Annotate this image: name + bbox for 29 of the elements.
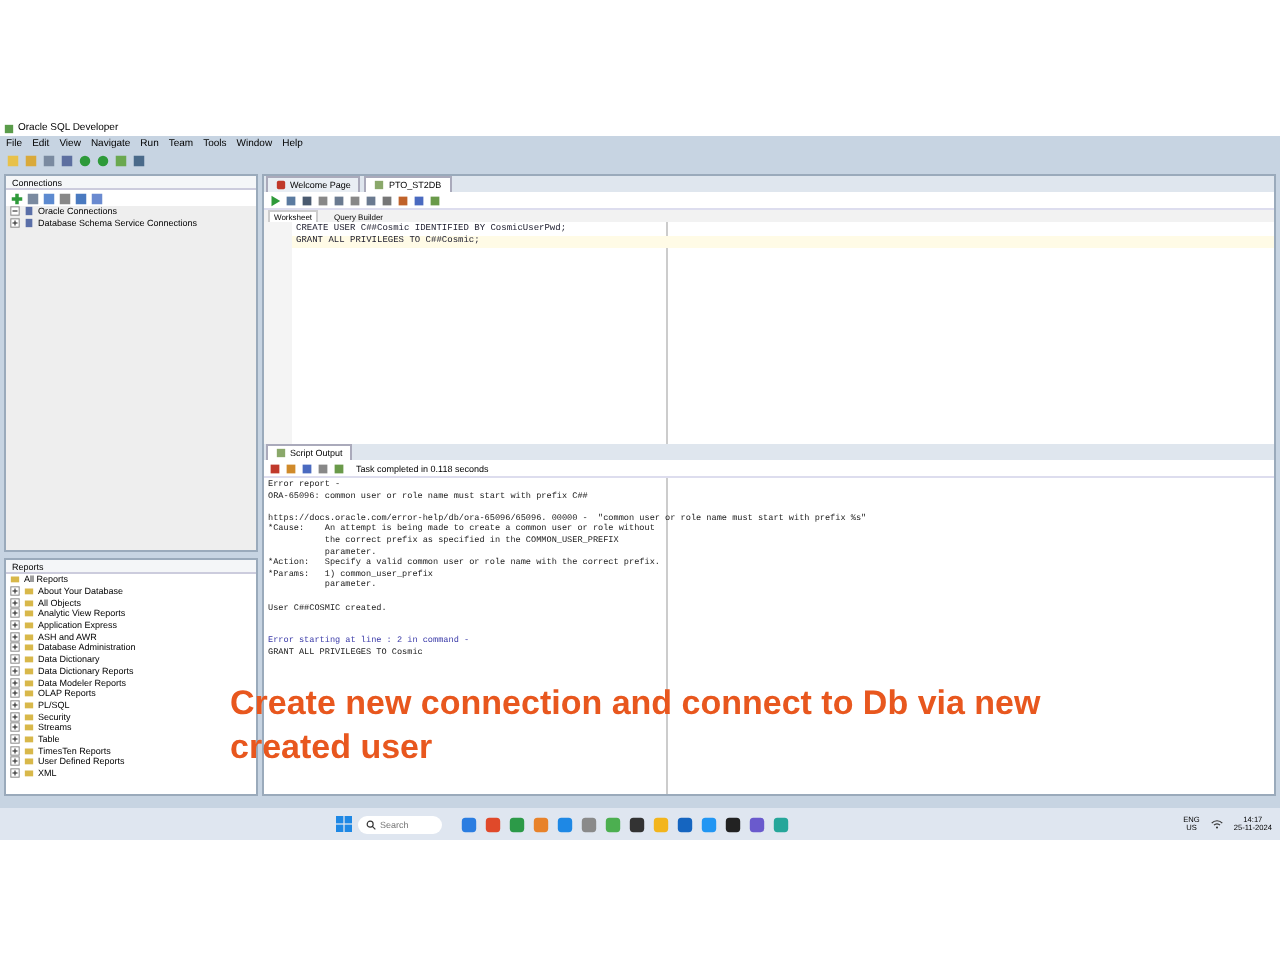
expand-icon[interactable] xyxy=(10,722,20,733)
circle-icon[interactable] xyxy=(78,154,92,168)
output-icon xyxy=(276,448,286,458)
expand-icon[interactable] xyxy=(10,688,20,699)
logo-icon xyxy=(276,180,286,190)
expand-icon[interactable] xyxy=(10,733,20,744)
expand-icon[interactable] xyxy=(10,586,20,597)
expand-icon[interactable] xyxy=(10,642,20,653)
expand-icon[interactable] xyxy=(10,711,20,722)
collapse-icon[interactable] xyxy=(10,206,20,217)
circle-icon[interactable] xyxy=(96,154,110,168)
expand-icon[interactable] xyxy=(10,699,20,710)
expand-icon[interactable] xyxy=(10,218,20,229)
expand-icon[interactable] xyxy=(10,631,20,642)
add-icon[interactable] xyxy=(10,191,24,205)
expand-icon[interactable] xyxy=(10,654,20,665)
expand-icon[interactable] xyxy=(10,608,20,619)
expand-icon[interactable] xyxy=(10,677,20,688)
expand-icon[interactable] xyxy=(10,756,20,767)
expand-icon[interactable] xyxy=(10,620,20,631)
wifi-icon[interactable] xyxy=(1209,818,1224,830)
app-icon xyxy=(4,123,14,133)
expand-icon[interactable] xyxy=(10,768,20,779)
expand-icon[interactable] xyxy=(10,745,20,756)
caption-text: Create new connection and connect to Db via new created user xyxy=(230,682,1043,770)
expand-icon[interactable] xyxy=(10,665,20,676)
expand-icon[interactable] xyxy=(10,597,20,608)
search-icon xyxy=(366,819,376,829)
worksheet-icon xyxy=(374,180,385,190)
